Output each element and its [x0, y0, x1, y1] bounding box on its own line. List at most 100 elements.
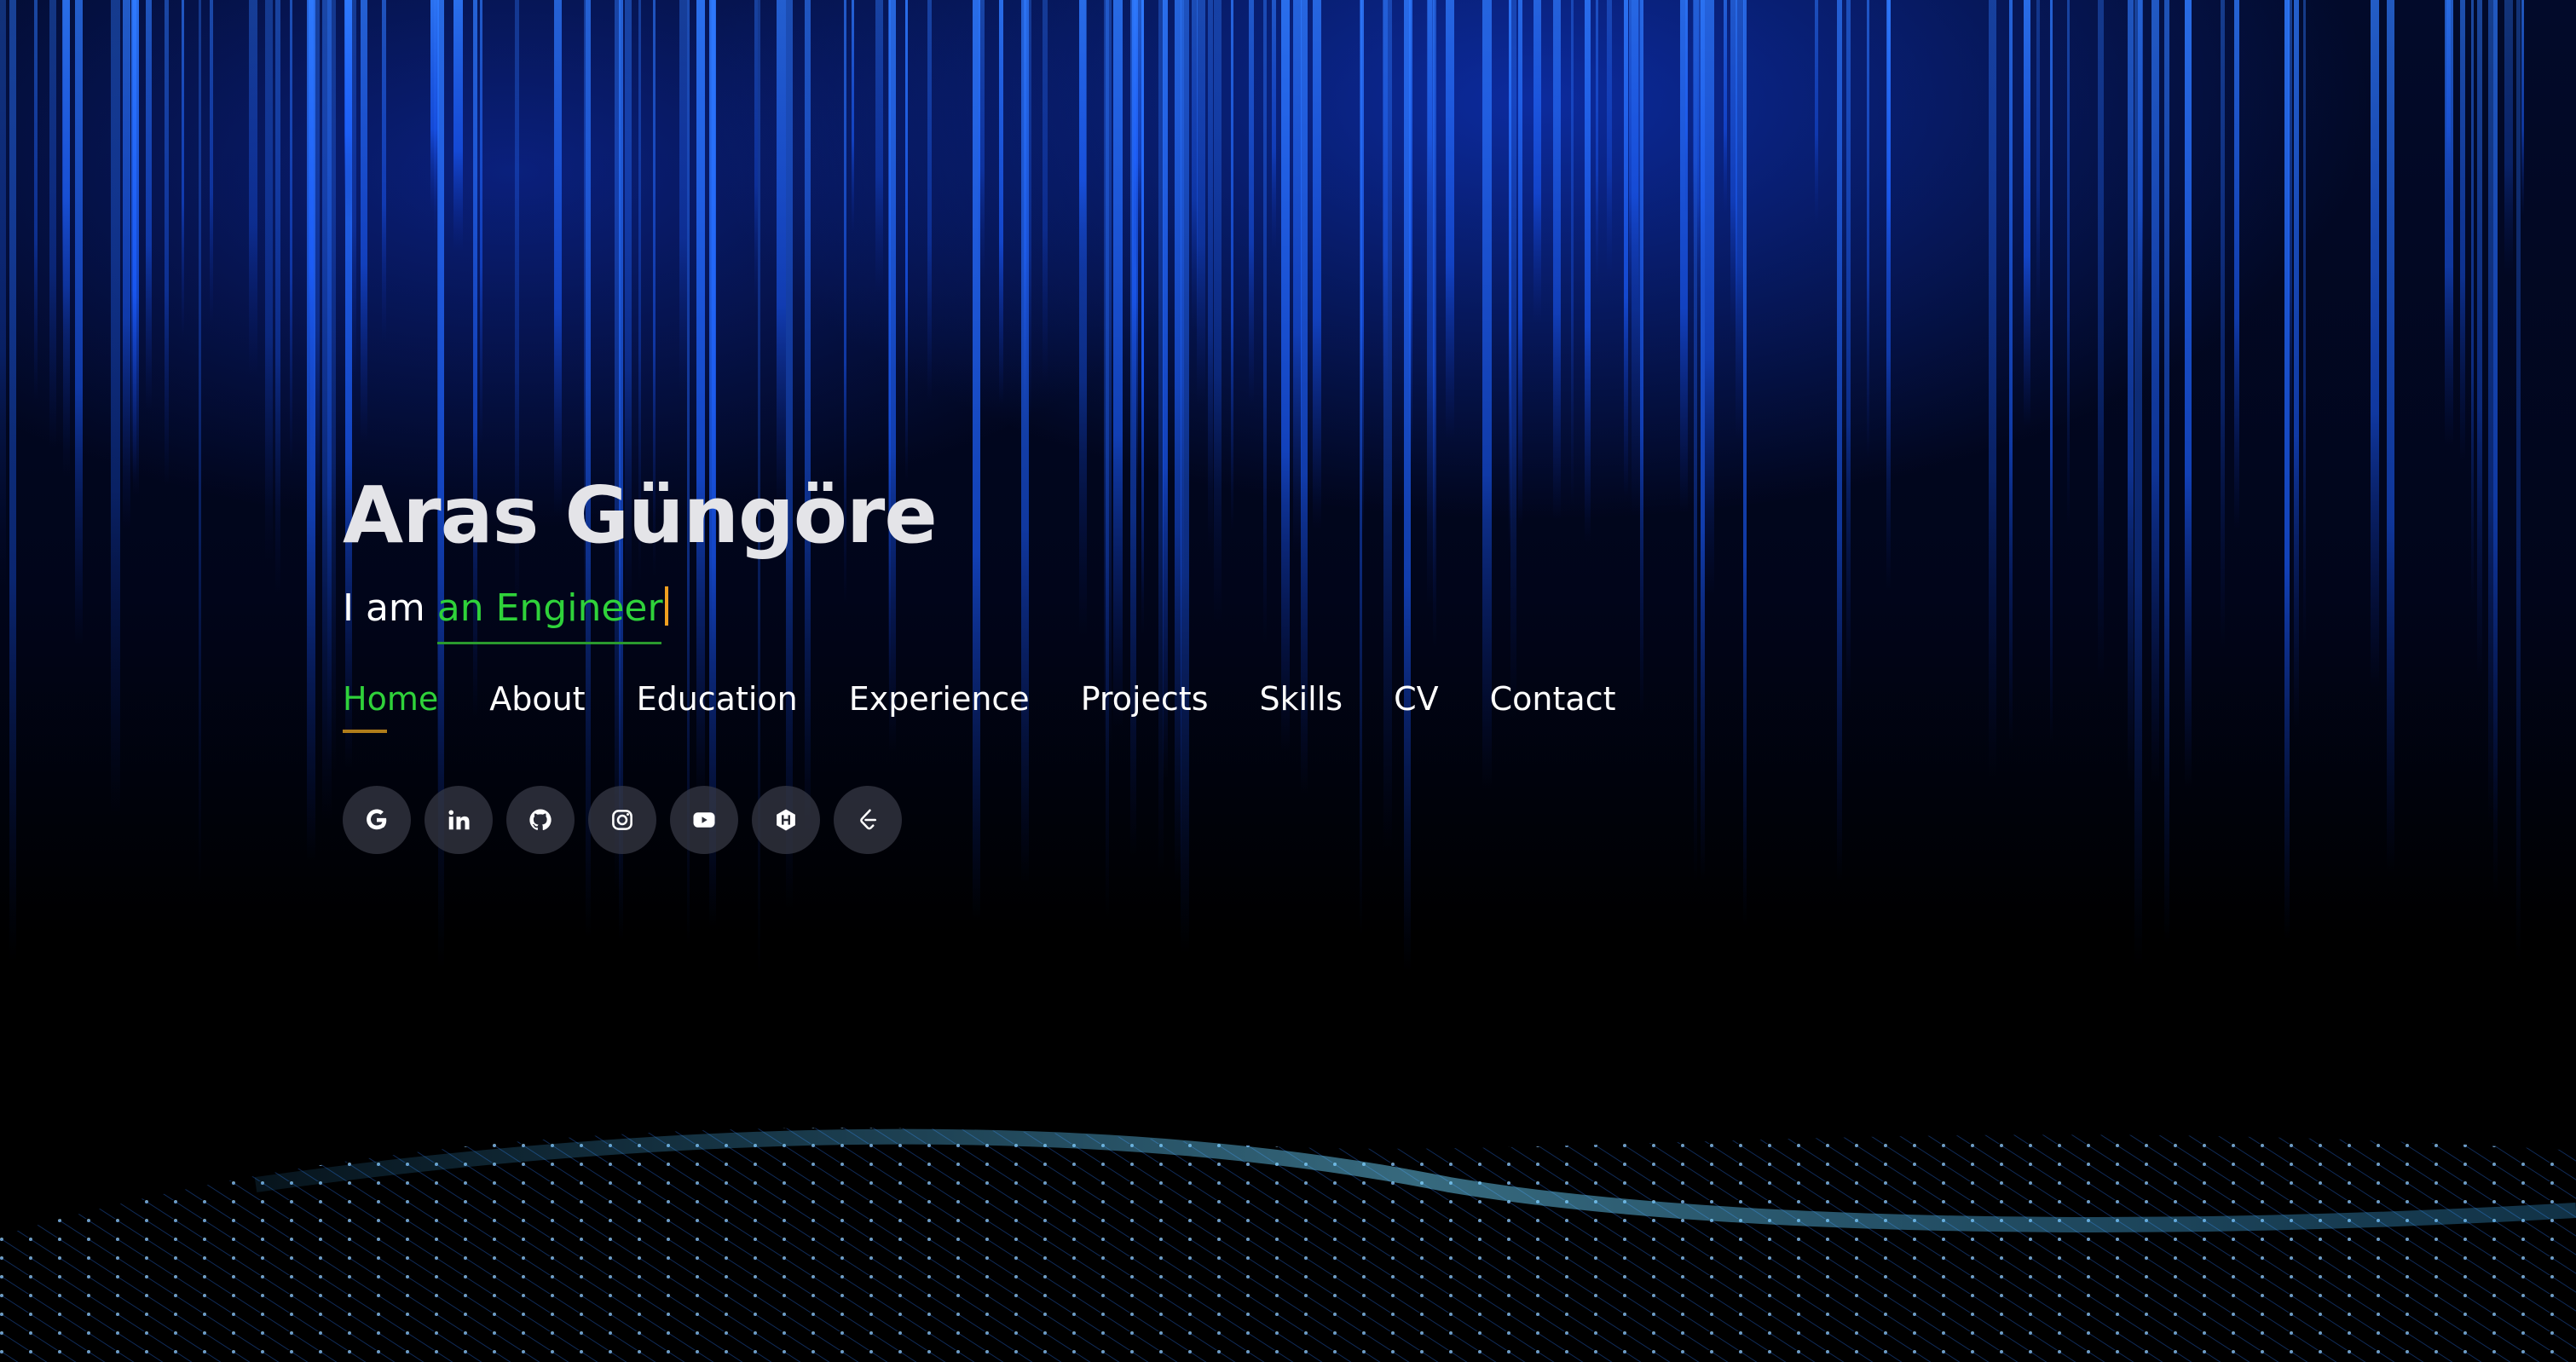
rain-column	[1043, 0, 1048, 384]
rain-column	[2446, 0, 2451, 214]
rain-column	[146, 0, 152, 410]
nav-education[interactable]: Education	[637, 680, 798, 718]
hero-name: Aras Güngöre	[343, 470, 938, 561]
rain-column	[123, 0, 130, 529]
rain-column	[1518, 0, 1522, 528]
rain-column	[1624, 0, 1628, 497]
rain-column	[2371, 0, 2379, 688]
rain-column	[182, 0, 184, 337]
instagram-icon	[612, 810, 632, 830]
youtube-link[interactable]	[670, 786, 738, 854]
rain-column	[2504, 0, 2513, 276]
rain-column	[1867, 0, 1869, 458]
rain-column	[1249, 0, 1254, 405]
rain-column	[1025, 0, 1031, 420]
rain-column	[2134, 0, 2142, 968]
rain-column	[249, 0, 257, 376]
rain-column	[1607, 0, 1612, 279]
rain-column	[875, 0, 883, 293]
rain-column	[1079, 0, 1086, 301]
rain-column	[1197, 0, 1205, 406]
rain-column	[382, 0, 386, 341]
rain-column	[1446, 0, 1454, 439]
rain-column	[9, 0, 16, 963]
rain-column	[34, 0, 38, 401]
rain-column	[754, 0, 758, 308]
nav-home[interactable]: Home	[343, 680, 438, 733]
rain-column	[309, 0, 314, 451]
rain-column	[1736, 0, 1744, 440]
rain-column	[1383, 0, 1388, 427]
rain-column	[2164, 0, 2169, 944]
rain-column	[1629, 0, 1638, 325]
rain-column	[1553, 0, 1561, 521]
nav-skills[interactable]: Skills	[1260, 680, 1343, 718]
rain-column	[0, 0, 6, 586]
nav-cv[interactable]: CV	[1394, 680, 1439, 718]
linkedin-icon	[448, 810, 470, 830]
rain-column	[1846, 0, 1851, 703]
main-nav: Home About Education Experience Projects…	[343, 680, 1792, 733]
rain-column	[2221, 0, 2225, 649]
linkedin-link[interactable]	[425, 786, 493, 854]
rain-column	[2128, 0, 2134, 782]
rain-column	[2471, 0, 2474, 607]
github-link[interactable]	[506, 786, 575, 854]
rain-column	[1837, 0, 1842, 881]
rain-column	[2036, 0, 2040, 317]
typed-role: an Engineer	[436, 581, 668, 644]
rain-column	[1272, 0, 1276, 252]
hero-section: Aras Güngöre I am an Engineer Home About…	[343, 460, 1792, 854]
leetcode-icon	[860, 809, 876, 830]
rain-column	[49, 0, 56, 450]
rain-column	[2460, 0, 2465, 462]
rain-column	[275, 0, 280, 593]
nav-contact[interactable]: Contact	[1490, 680, 1616, 718]
rain-column	[1887, 0, 1891, 336]
nav-about[interactable]: About	[489, 680, 585, 718]
rain-column	[1685, 0, 1688, 218]
rain-column	[1596, 0, 1598, 289]
rain-column	[63, 0, 70, 476]
rain-column	[1231, 0, 1233, 531]
rain-column	[111, 0, 120, 817]
rain-column	[1313, 0, 1321, 530]
rain-column	[344, 0, 352, 222]
rain-column	[1697, 0, 1705, 331]
rain-column	[2521, 0, 2524, 216]
social-links	[343, 786, 1792, 854]
rain-column	[361, 0, 367, 441]
nav-experience[interactable]: Experience	[849, 680, 1030, 718]
hackerrank-link[interactable]	[752, 786, 820, 854]
rain-column	[1571, 0, 1574, 507]
rain-column	[852, 0, 854, 234]
rain-column	[2067, 0, 2070, 528]
rain-column	[1192, 0, 1198, 332]
rain-column	[1815, 0, 1818, 224]
nav-projects[interactable]: Projects	[1081, 680, 1209, 718]
rain-column	[265, 0, 273, 561]
rain-column	[2234, 0, 2239, 530]
rain-column	[1533, 0, 1541, 323]
hero-subtitle: I am an Engineer	[343, 581, 1792, 644]
rain-column	[75, 0, 83, 645]
leetcode-link[interactable]	[834, 786, 902, 854]
rain-column	[2477, 0, 2482, 680]
rain-column	[2303, 0, 2306, 649]
rain-column	[2288, 0, 2292, 477]
youtube-icon	[693, 812, 715, 828]
github-icon	[529, 809, 552, 831]
rain-column	[453, 0, 463, 251]
instagram-link[interactable]	[588, 786, 656, 854]
rain-column	[2387, 0, 2394, 873]
google-icon	[367, 809, 387, 830]
typing-caret	[664, 586, 668, 626]
rain-column	[2098, 0, 2104, 684]
rain-column	[2050, 0, 2053, 744]
hackerrank-icon	[777, 809, 795, 831]
rain-column	[199, 0, 201, 888]
subtitle-prefix: I am	[343, 586, 437, 630]
google-link[interactable]	[343, 786, 411, 854]
rain-column	[2185, 0, 2192, 788]
rain-column	[979, 0, 985, 282]
